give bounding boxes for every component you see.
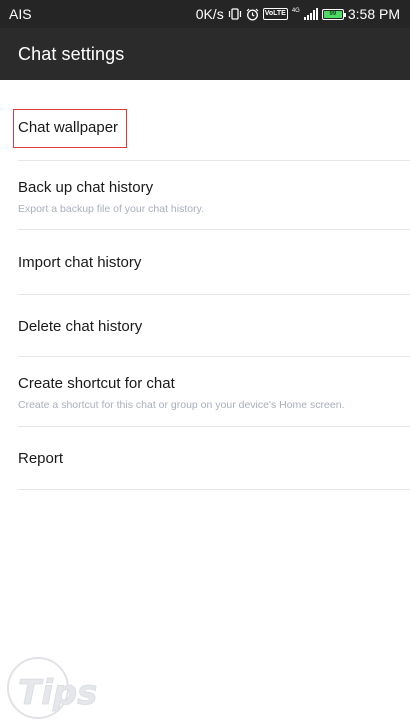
- setting-title: Delete chat history: [18, 318, 143, 335]
- tips-logo-watermark: Tips: [4, 652, 114, 722]
- battery-label: 99: [329, 10, 337, 17]
- setting-back-up-chat-history[interactable]: Back up chat history Export a backup fil…: [0, 161, 410, 230]
- setting-import-chat-history[interactable]: Import chat history: [0, 230, 410, 295]
- screen: AIS 0K/s VoLTE 4G 99 3:58 PM Chat settin…: [0, 0, 410, 728]
- watermark-text: Tips: [18, 673, 97, 713]
- status-left: AIS: [9, 6, 32, 22]
- signal-icon: [303, 8, 318, 20]
- app-bar: Chat settings: [0, 28, 410, 80]
- battery-icon: 99: [321, 8, 346, 20]
- status-right: 0K/s VoLTE 4G 99 3:58 PM: [196, 6, 400, 22]
- setting-title: Back up chat history: [18, 179, 154, 196]
- setting-title: Report: [18, 450, 64, 467]
- volte-icon: VoLTE: [262, 8, 288, 20]
- status-bar: AIS 0K/s VoLTE 4G 99 3:58 PM: [0, 0, 410, 28]
- setting-create-shortcut[interactable]: Create shortcut for chat Create a shortc…: [0, 357, 410, 427]
- setting-report[interactable]: Report: [0, 427, 410, 490]
- carrier-name: AIS: [9, 6, 32, 22]
- setting-chat-wallpaper[interactable]: Chat wallpaper: [0, 80, 410, 161]
- status-time: 3:58 PM: [347, 6, 400, 22]
- setting-title: Chat wallpaper: [13, 109, 128, 148]
- alarm-icon: [246, 8, 259, 21]
- settings-list: Chat wallpaper Back up chat history Expo…: [0, 80, 410, 490]
- setting-subtitle: Export a backup file of your chat histor…: [18, 203, 204, 215]
- setting-title: Import chat history: [18, 254, 142, 271]
- network-speed: 0K/s: [195, 6, 224, 22]
- setting-title: Create shortcut for chat: [18, 375, 175, 392]
- page-title: Chat settings: [18, 43, 125, 64]
- network-type: 4G: [291, 8, 300, 14]
- vibrate-icon: [228, 8, 242, 20]
- setting-delete-chat-history[interactable]: Delete chat history: [0, 295, 410, 357]
- setting-subtitle: Create a shortcut for this chat or group…: [18, 399, 345, 411]
